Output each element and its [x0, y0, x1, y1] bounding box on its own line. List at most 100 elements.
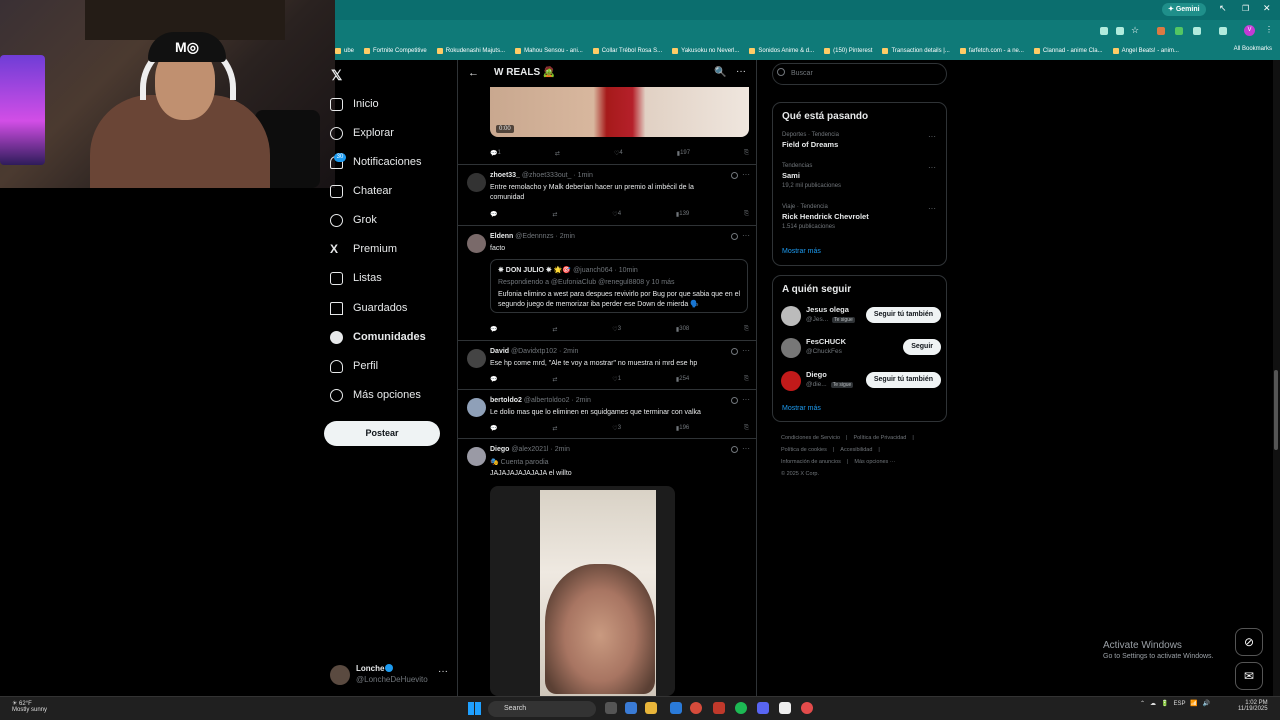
bookmark[interactable]: ube [335, 48, 354, 54]
show-more-trends[interactable]: Mostrar más [782, 248, 821, 255]
bookmark[interactable]: Mahou Sensou - ani... [515, 48, 583, 54]
language-indicator[interactable]: ESP [1174, 701, 1186, 707]
retweet-button[interactable]: ⇄ [552, 209, 557, 219]
nav-item-perfil[interactable]: Perfil [330, 355, 378, 377]
menu-icon[interactable]: ⋮ [1265, 25, 1273, 34]
grok-icon[interactable] [731, 172, 738, 179]
bookmark[interactable]: Clannad - anime Cla... [1034, 48, 1103, 54]
bookmark[interactable]: (150) Pinterest [824, 48, 872, 54]
avatar[interactable] [467, 234, 486, 253]
trend-item[interactable]: Tendencias Sami 19,2 mil publicaciones ·… [782, 163, 942, 189]
bookmark-icon[interactable]: ⎘ [744, 209, 749, 219]
footer-link[interactable]: Política de cookies [781, 447, 827, 453]
bookmark-icon[interactable]: ⎘ [744, 374, 749, 384]
tweet[interactable]: zhoet33_ @zhoet333out_ · 1min ··· Entre … [458, 164, 756, 225]
more-icon[interactable]: ··· [742, 395, 750, 404]
tweet[interactable]: Eldenn @Edennnzs · 2min ··· facto ✵ DON … [458, 225, 756, 340]
search-input[interactable]: Buscar [772, 63, 947, 85]
nav-item-inicio[interactable]: Inicio [330, 93, 379, 115]
retweet-button[interactable]: ⇄ [552, 423, 557, 433]
views-button[interactable]: ▮ 197 [677, 148, 690, 158]
file-explorer-icon[interactable] [645, 702, 657, 714]
show-more-follow[interactable]: Mostrar más [782, 405, 821, 412]
grok-icon[interactable] [731, 233, 738, 240]
avatar[interactable] [467, 447, 486, 466]
weather-widget[interactable]: ☀ 62°F Mostly sunny [12, 700, 47, 713]
system-tray[interactable]: ⌃ ☁ 🔋 ESP 📶 🔊 [1140, 700, 1210, 707]
post-button[interactable]: Postear [324, 421, 440, 446]
tweet[interactable]: bertoldo2 @albertoldoo2 · 2min ··· Le do… [458, 389, 756, 438]
retweet-button[interactable]: ⇄ [555, 148, 560, 158]
profile-avatar[interactable]: V [1244, 25, 1255, 36]
video-thumbnail[interactable] [490, 87, 749, 137]
grok-icon[interactable] [731, 348, 738, 355]
nav-item-listas[interactable]: Listas [330, 267, 382, 289]
author-name[interactable]: David [490, 348, 509, 355]
avatar[interactable] [467, 398, 486, 417]
extensions-puzzle-icon[interactable] [1193, 27, 1201, 35]
bookmark-icon[interactable]: ⎘ [744, 148, 749, 158]
discord-icon[interactable] [757, 702, 769, 714]
retweet-button[interactable]: ⇄ [552, 374, 557, 384]
bookmark[interactable]: Yakusoku no Neverl... [672, 48, 739, 54]
more-icon[interactable]: ··· [928, 163, 936, 172]
sidepanel-icon[interactable] [1219, 27, 1227, 35]
quoted-tweet[interactable]: ✵ DON JULIO ✵ 🌟🎯 @juanch064 · 10min Resp… [490, 259, 748, 313]
like-button[interactable]: ♡ 4 [612, 209, 621, 219]
reply-button[interactable]: 💬 [490, 423, 497, 433]
retweet-button[interactable]: ⇄ [552, 324, 557, 334]
follow-button[interactable]: Seguir [903, 339, 941, 355]
footer-link[interactable]: Política de Privacidad [853, 435, 906, 441]
views-button[interactable]: ▮ 196 [676, 423, 689, 433]
follow-suggestion[interactable]: Diego @die... Te sigue Seguir tú también [781, 369, 941, 393]
like-button[interactable]: ♡ 3 [612, 423, 621, 433]
views-button[interactable]: ▮ 254 [676, 374, 689, 384]
gemini-button[interactable]: ✦ Gemini [1162, 3, 1206, 16]
bookmark-icon[interactable]: ⎘ [744, 423, 749, 433]
bookmark[interactable]: Collar Trébol Rosa S... [593, 48, 662, 54]
capcut-icon[interactable] [779, 702, 791, 714]
taskbar-search[interactable]: Search [488, 701, 596, 717]
nav-item-comunidades[interactable]: Comunidades [330, 326, 426, 348]
bookmark[interactable]: farfetch.com - a ne... [960, 48, 1024, 54]
search-icon[interactable]: 🔍 [714, 67, 726, 78]
reply-button[interactable]: 💬 [490, 209, 497, 219]
all-bookmarks[interactable]: All Bookmarks [1234, 46, 1272, 52]
task-view-icon[interactable] [605, 702, 617, 714]
star-icon[interactable]: ☆ [1131, 25, 1139, 36]
like-button[interactable]: ♡ 1 [612, 374, 621, 384]
more-icon[interactable]: ··· [736, 66, 746, 77]
footer-link[interactable]: Información de anuncios [781, 459, 841, 465]
bookmark[interactable]: Sonidos Anime & d... [749, 48, 814, 54]
author-name[interactable]: zhoet33_ [490, 172, 520, 179]
follow-suggestion[interactable]: FesCHUCK @ChuckFes Seguir [781, 336, 941, 360]
app-icon[interactable] [801, 702, 813, 714]
avatar[interactable] [781, 371, 801, 391]
extension-icon[interactable] [1175, 27, 1183, 35]
trend-item[interactable]: Viaje · Tendencia Rick Hendrick Chevrole… [782, 204, 942, 230]
close-window-icon[interactable]: ✕ [1263, 3, 1271, 14]
views-button[interactable]: ▮ 139 [676, 209, 689, 219]
more-icon[interactable]: ··· [742, 346, 750, 355]
bookmark[interactable]: Transaction details |... [882, 48, 949, 54]
footer-link[interactable]: Accesibilidad [840, 447, 872, 453]
extension-icon[interactable] [1157, 27, 1165, 35]
like-button[interactable]: ♡ 4 [614, 148, 623, 158]
trend-item[interactable]: Deportes · Tendencia Field of Dreams ··· [782, 132, 942, 149]
back-arrow-icon[interactable]: ← [468, 67, 479, 79]
avatar[interactable] [781, 338, 801, 358]
tweet[interactable]: Diego @alex2021l · 2min ··· 🎭 Cuenta par… [458, 438, 756, 696]
bookmark[interactable]: Fortnite Competitive [364, 48, 427, 54]
copilot-icon[interactable] [625, 702, 637, 714]
views-button[interactable]: ▮ 308 [676, 324, 689, 334]
translate-icon[interactable] [1100, 27, 1108, 35]
follow-suggestion[interactable]: Jesus olega @Jes... Te sigue Seguir tú ta… [781, 304, 941, 328]
more-icon[interactable]: ··· [928, 204, 936, 213]
avatar[interactable] [467, 173, 486, 192]
bookmark[interactable]: Rokudenashi Majuts... [437, 48, 505, 54]
grok-icon[interactable] [731, 397, 738, 404]
more-icon[interactable]: ··· [928, 132, 936, 141]
restore-window-icon[interactable]: ❐ [1242, 4, 1249, 13]
more-icon[interactable]: ··· [742, 231, 750, 240]
app-icon[interactable] [713, 702, 725, 714]
